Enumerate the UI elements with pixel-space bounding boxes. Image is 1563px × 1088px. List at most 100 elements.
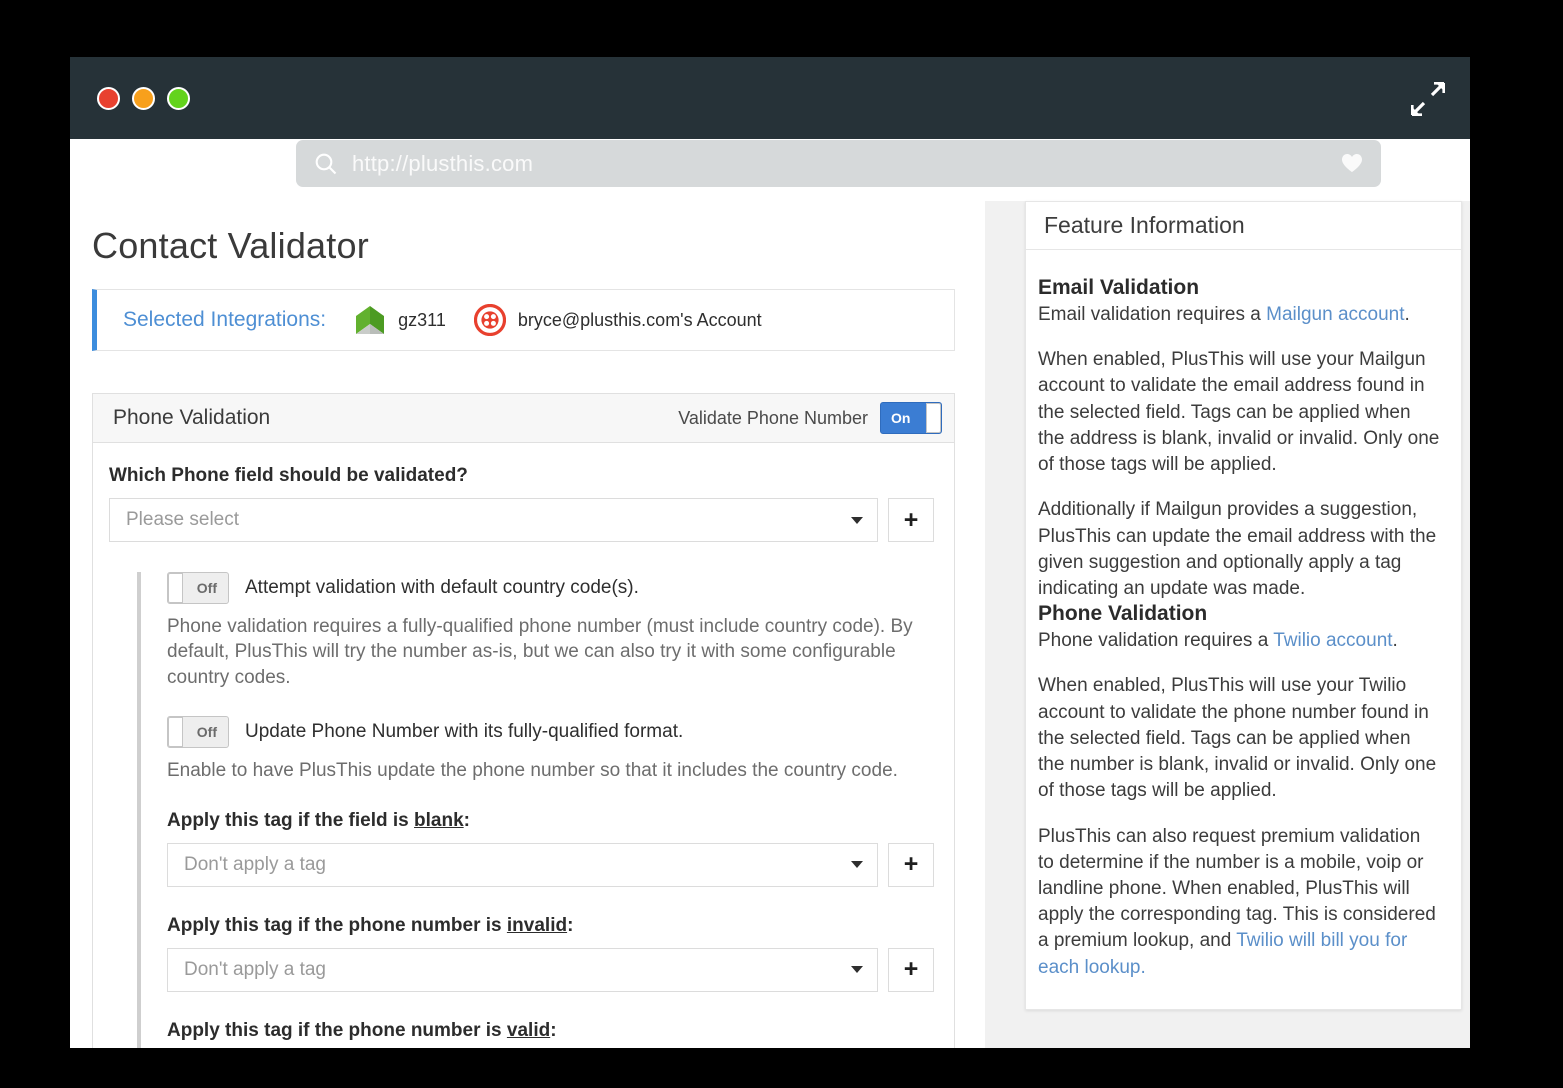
tag-rule-label: Apply this tag if the phone number is in… — [167, 915, 934, 937]
chevron-down-icon — [851, 516, 863, 524]
default-country-code-label: Attempt validation with default country … — [245, 577, 639, 598]
section-heading: Email Validation — [1038, 276, 1200, 299]
panel-title: Phone Validation — [113, 406, 271, 429]
page-title: Contact Validator — [92, 225, 369, 266]
phone-validation-panel: Phone Validation Validate Phone Number O… — [92, 393, 955, 1048]
chevron-down-icon — [851, 966, 863, 974]
content-gutter — [985, 201, 1025, 1048]
window-titlebar — [70, 57, 1470, 139]
selected-integrations-label: Selected Integrations: — [123, 308, 327, 331]
add-phone-field-button[interactable]: + — [888, 498, 934, 542]
feature-information-body: Email Validation Email validation requir… — [1026, 250, 1461, 1009]
maximize-button[interactable] — [167, 87, 190, 110]
paragraph-text: . — [1392, 630, 1398, 652]
tag-rule-label-suffix: : — [463, 809, 470, 831]
section-paragraph: Email validation requires a Mailgun acco… — [1038, 302, 1441, 328]
option-toggle-row: Off Attempt validation with default coun… — [167, 572, 934, 604]
mailgun-account-link[interactable]: Mailgun account — [1266, 304, 1404, 325]
add-tag-invalid-button[interactable]: + — [888, 947, 934, 992]
phone-field-select-value: Please select — [126, 509, 240, 530]
section-paragraph: PlusThis can also request premium valida… — [1038, 824, 1441, 981]
section-paragraph: When enabled, PlusThis will use your Mai… — [1038, 349, 1440, 476]
browser-toolbar: http://plusthis.com — [70, 139, 1470, 201]
tag-select-value: Don't apply a tag — [184, 853, 326, 875]
option-default-country-code: Off Attempt validation with default coun… — [167, 572, 934, 690]
tag-rule-label: Apply this tag if the phone number is va… — [167, 1020, 934, 1042]
toggle-knob — [926, 403, 941, 433]
default-country-code-toggle[interactable]: Off — [167, 572, 229, 604]
tag-rule-label-emphasis: blank — [414, 809, 464, 831]
phone-field-label: Which Phone field should be validated? — [109, 465, 468, 486]
tag-rule-invalid: Apply this tag if the phone number is in… — [167, 915, 934, 992]
toggle-state-label: Off — [196, 724, 217, 741]
address-bar[interactable]: http://plusthis.com — [296, 140, 1381, 187]
section-paragraph: Additionally if Mailgun provides a sugge… — [1038, 499, 1437, 599]
add-tag-blank-button[interactable]: + — [888, 842, 934, 887]
url-text: http://plusthis.com — [352, 150, 534, 176]
tag-rule-label-suffix: : — [550, 1019, 557, 1041]
minimize-button[interactable] — [132, 87, 155, 110]
integration-name: bryce@plusthis.com's Account — [517, 309, 762, 330]
sidebar-section-phone-validation: Phone Validation Phone validation requir… — [1038, 602, 1441, 981]
twilio-logo-icon — [473, 303, 506, 337]
integration-name: gz311 — [398, 309, 446, 330]
tag-select-invalid[interactable]: Don't apply a tag — [167, 947, 878, 992]
phone-field-group: Which Phone field should be validated? P… — [109, 465, 934, 542]
default-country-code-help: Phone validation requires a fully-qualif… — [167, 616, 913, 688]
tag-rule-label-prefix: Apply this tag if the field is — [167, 809, 415, 831]
phone-field-select-row: Please select + — [109, 498, 934, 542]
integration-item[interactable]: bryce@plusthis.com's Account — [473, 303, 762, 337]
tag-rule-blank: Apply this tag if the field is blank: Do… — [167, 810, 934, 887]
tag-select-value: Don't apply a tag — [184, 958, 326, 980]
toggle-state-label: Off — [196, 580, 217, 596]
integration-item[interactable]: gz311 — [356, 306, 446, 334]
feature-information-header: Feature Information — [1026, 202, 1461, 250]
main-content: Contact Validator Selected Integrations:… — [70, 201, 985, 1048]
close-button[interactable] — [97, 87, 120, 110]
browser-window: http://plusthis.com Contact Validator Se… — [70, 57, 1470, 1048]
window-controls — [97, 87, 190, 110]
section-paragraph: When enabled, PlusThis will use your Twi… — [1038, 675, 1437, 802]
feature-information-title: Feature Information — [1044, 212, 1245, 238]
tag-rule-label: Apply this tag if the field is blank: — [167, 810, 934, 832]
paragraph-text: . — [1404, 304, 1410, 325]
page-body: Contact Validator Selected Integrations:… — [70, 201, 1470, 1048]
validate-phone-number-toggle[interactable]: On — [880, 402, 942, 434]
toggle-state-label: On — [891, 410, 911, 426]
infusionsoft-logo-icon — [356, 306, 386, 334]
tag-select-blank[interactable]: Don't apply a tag — [167, 842, 878, 887]
tag-rule-label-prefix: Apply this tag if the phone number is — [167, 914, 507, 936]
update-phone-number-label: Update Phone Number with its fully-quali… — [245, 721, 684, 743]
tag-rule-label-emphasis: valid — [506, 1019, 551, 1041]
sidebar-section-email-validation: Email Validation Email validation requir… — [1038, 276, 1441, 602]
section-paragraph: Phone validation requires a Twilio accou… — [1038, 628, 1441, 654]
tag-rule-label-emphasis: invalid — [506, 914, 568, 936]
toggle-knob — [168, 573, 183, 603]
option-toggle-row: Off Update Phone Number with its fully-q… — [167, 716, 934, 749]
tag-rule-valid: Apply this tag if the phone number is va… — [167, 1020, 934, 1048]
option-update-phone-number: Off Update Phone Number with its fully-q… — [167, 716, 934, 783]
twilio-account-link[interactable]: Twilio account — [1273, 630, 1392, 651]
chevron-down-icon — [851, 861, 863, 869]
search-icon — [314, 152, 338, 176]
tag-rule-label-prefix: Apply this tag if the phone number is — [167, 1019, 507, 1041]
tag-select-row: Don't apply a tag + — [167, 842, 934, 887]
heart-icon[interactable] — [1341, 153, 1363, 173]
expand-arrows-icon[interactable] — [1410, 81, 1446, 117]
tag-select-row: Don't apply a tag + — [167, 947, 934, 992]
phone-field-select[interactable]: Please select — [109, 498, 878, 542]
phone-validation-options: Off Attempt validation with default coun… — [137, 572, 934, 1048]
update-phone-number-toggle[interactable]: Off — [167, 716, 229, 749]
toggle-knob — [168, 717, 183, 748]
panel-header: Phone Validation Validate Phone Number O… — [93, 394, 954, 443]
feature-information-card: Feature Information Email Validation Ema… — [1025, 201, 1462, 1010]
paragraph-text: Email validation requires a — [1038, 304, 1267, 325]
section-heading: Phone Validation — [1038, 602, 1208, 626]
panel-body: Which Phone field should be validated? P… — [93, 443, 954, 1048]
validate-phone-number-label: Validate Phone Number — [678, 407, 868, 428]
sidebar: Feature Information Email Validation Ema… — [1025, 201, 1470, 1048]
tag-rule-label-suffix: : — [567, 914, 574, 936]
paragraph-text: Phone validation requires a — [1038, 630, 1274, 652]
selected-integrations-bar: Selected Integrations: gz311 bryce@plust… — [92, 289, 955, 351]
update-phone-number-help: Enable to have PlusThis update the phone… — [167, 760, 898, 782]
